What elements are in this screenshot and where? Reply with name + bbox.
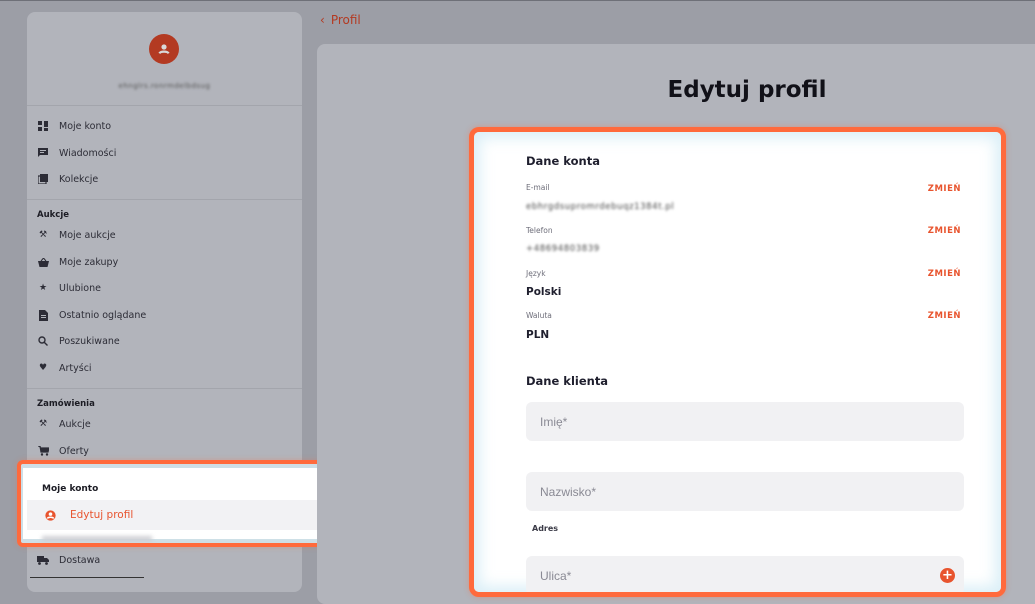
sidebar-item-oferty[interactable]: Oferty (37, 442, 89, 460)
sidebar-item-wiadomosci[interactable]: Wiadomości (37, 144, 116, 162)
chevron-left-icon: ‹ (320, 13, 325, 27)
sidebar-item-ulubione[interactable]: ★ Ulubione (37, 279, 101, 297)
next-item-ghost (42, 536, 152, 542)
gavel-icon: ⚒ (38, 230, 48, 240)
sidebar-item-label: Moje konto (59, 120, 112, 132)
sidebar-item-zamowienia-aukcje[interactable]: ⚒ Aukcje (37, 415, 91, 433)
document-icon (37, 309, 49, 321)
divider (27, 199, 302, 200)
sidebar-item-edytuj-profil[interactable]: Edytuj profil (27, 500, 324, 530)
sidebar-item-ostatnio-ogladane[interactable]: Ostatnio oglądane (37, 306, 146, 324)
email-value: ebhrgdsupromrdebuqz1384t.pl (526, 202, 675, 212)
plus-icon: + (942, 568, 953, 583)
last-name-input[interactable] (526, 472, 964, 511)
dashboard-icon (37, 120, 49, 132)
sidebar-item-dostawa[interactable]: Dostawa (37, 551, 100, 569)
collection-icon (37, 173, 49, 185)
address-label: Adres (532, 524, 559, 533)
heart-icon: ♥ (38, 363, 48, 373)
sidebar-item-label: Artyści (59, 362, 92, 374)
email-label: E-mail (526, 183, 550, 192)
phone-value: +48694803839 (526, 244, 600, 254)
sidebar-item-label: Moje aukcje (59, 229, 116, 241)
divider (27, 105, 302, 106)
cart-icon (37, 445, 49, 457)
sidebar-item-moje-zakupy[interactable]: Moje zakupy (37, 253, 118, 271)
account-menu-highlight: Moje konto Edytuj profil (17, 460, 336, 547)
sidebar-item-label: Moje zakupy (59, 256, 119, 268)
change-phone-button[interactable]: ZMIEŃ (928, 226, 961, 236)
sidebar-item-label: Aukcje (59, 418, 91, 430)
sidebar-item-label: Ostatnio oglądane (59, 309, 147, 321)
add-address-button[interactable]: + (940, 568, 955, 583)
star-icon: ★ (38, 283, 48, 293)
sidebar-item-poszukiwane[interactable]: Poszukiwane (37, 332, 120, 350)
sidebar-item-artysci[interactable]: ♥ Artyści (37, 359, 92, 377)
back-link-label: Profil (330, 13, 361, 27)
currency-label: Waluta (526, 311, 552, 320)
sidebar-item-label: Ulubione (59, 282, 101, 294)
page-title: Edytuj profil (667, 77, 827, 103)
sidebar-item-kolekcje[interactable]: Kolekcje (37, 170, 98, 188)
section-title-moje-konto: Moje konto (42, 484, 99, 494)
bottom-line (30, 577, 144, 578)
sidebar-item-label: Dostawa (59, 554, 101, 566)
section-title-dane-klienta: Dane klienta (526, 374, 609, 388)
user-email: ehnglrs.ronrmdelbdsug (118, 82, 211, 90)
basket-icon (37, 256, 49, 268)
change-language-button[interactable]: ZMIEŃ (928, 269, 961, 279)
phone-label: Telefon (526, 226, 553, 235)
sidebar-item-label: Edytuj profil (70, 509, 134, 521)
back-link[interactable]: ‹ Profil (320, 13, 361, 27)
sidebar-item-label: Wiadomości (59, 147, 117, 159)
message-icon (37, 147, 49, 159)
street-input[interactable] (526, 556, 964, 592)
sidebar-item-label: Oferty (59, 445, 89, 457)
section-title-dane-konta: Dane konta (526, 154, 600, 168)
language-label: Język (526, 269, 546, 278)
gavel-icon: ⚒ (38, 419, 48, 429)
currency-value: PLN (526, 329, 550, 341)
glow (474, 132, 1001, 592)
section-title-zamowienia: Zamówienia (37, 399, 95, 409)
user-icon (156, 41, 172, 57)
avatar[interactable] (149, 34, 179, 64)
change-email-button[interactable]: ZMIEŃ (928, 184, 961, 194)
change-currency-button[interactable]: ZMIEŃ (928, 311, 961, 321)
search-icon (37, 335, 49, 347)
profile-form-highlight: Dane konta E-mail ebhrgdsupromrdebuqz138… (469, 127, 1006, 597)
sidebar-item-label: Poszukiwane (59, 335, 120, 347)
truck-icon (37, 554, 49, 566)
sidebar-item-label: Kolekcje (59, 173, 99, 185)
sidebar-item-moje-aukcje[interactable]: ⚒ Moje aukcje (37, 226, 116, 244)
divider (27, 388, 302, 389)
user-circle-icon (45, 509, 56, 521)
sidebar-item-moje-konto[interactable]: Moje konto (37, 117, 111, 135)
top-border (0, 0, 1035, 1)
language-value: Polski (526, 286, 562, 298)
first-name-input[interactable] (526, 402, 964, 441)
section-title-aukcje: Aukcje (37, 210, 69, 220)
